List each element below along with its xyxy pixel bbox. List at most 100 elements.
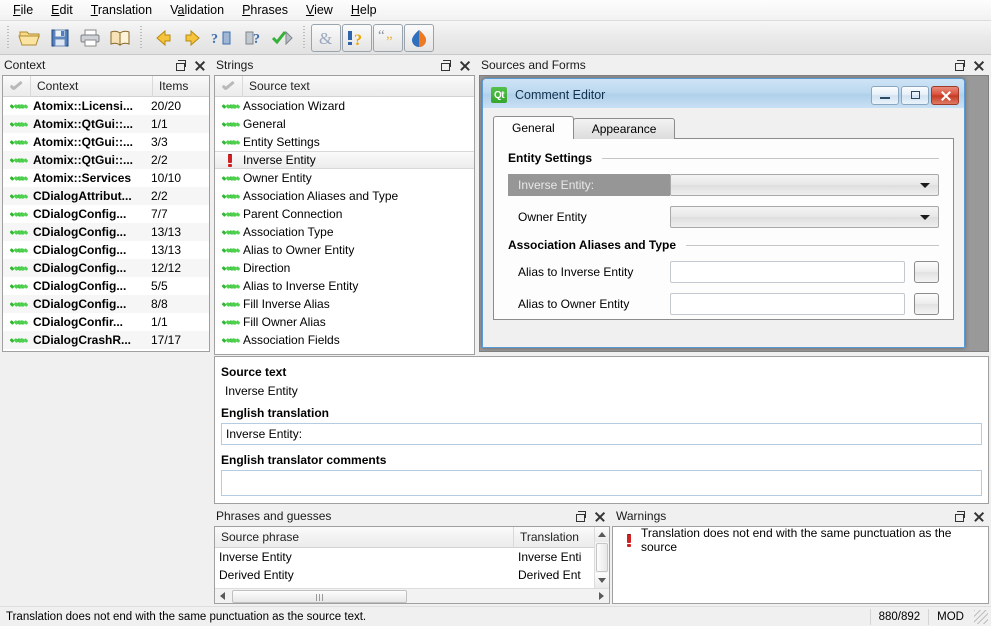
list-item[interactable]: General — [215, 115, 474, 133]
scroll-thumb[interactable] — [232, 590, 407, 603]
table-row[interactable]: Atomix::Licensi...20/20 — [3, 97, 209, 115]
phrase-matches-icon[interactable]: “ ” — [373, 24, 403, 52]
accelerators-icon[interactable]: & — [311, 24, 341, 52]
table-row[interactable]: CDialogCrashR...17/17 — [3, 331, 209, 349]
alias-inverse-entity-browse-button[interactable] — [914, 261, 939, 283]
list-item[interactable]: Association Fields — [215, 331, 474, 349]
menu-help[interactable]: Help — [342, 1, 386, 20]
prev-icon[interactable] — [148, 24, 178, 52]
close-icon[interactable] — [593, 510, 606, 523]
close-button[interactable] — [931, 86, 959, 105]
context-column-header[interactable]: Context — [31, 76, 153, 97]
scroll-thumb[interactable] — [596, 543, 608, 572]
translation-column-header[interactable]: Translation — [514, 527, 594, 548]
toolbar-grip-2[interactable] — [138, 26, 145, 50]
list-item[interactable]: Association Wizard — [215, 97, 474, 115]
table-row[interactable]: CDialogConfig...12/12 — [3, 259, 209, 277]
list-item[interactable]: Fill Owner Alias — [215, 313, 474, 331]
strings-list[interactable]: Association WizardGeneralEntity Settings… — [215, 97, 474, 354]
float-icon[interactable] — [953, 510, 966, 523]
close-icon[interactable] — [193, 59, 206, 72]
tab-general[interactable]: General — [493, 116, 574, 139]
next-unfinished-icon[interactable]: ? — [238, 24, 268, 52]
items-column-header[interactable]: Items — [153, 76, 209, 97]
open-icon[interactable] — [15, 24, 45, 52]
status-column-header[interactable] — [3, 76, 31, 97]
source-text-column-header[interactable]: Source text — [243, 76, 474, 97]
save-icon[interactable] — [45, 24, 75, 52]
table-row[interactable]: CDialogConfir...1/1 — [3, 313, 209, 331]
tab-appearance[interactable]: Appearance — [573, 118, 676, 139]
list-item[interactable]: Alias to Inverse Entity — [215, 277, 474, 295]
table-row[interactable]: Atomix::QtGui::...1/1 — [3, 115, 209, 133]
table-row[interactable]: CDialogAttribut...2/2 — [3, 187, 209, 205]
table-row[interactable]: Atomix::Services10/10 — [3, 169, 209, 187]
english-translation-input[interactable]: Inverse Entity: — [221, 423, 982, 445]
row-status-icon — [3, 262, 31, 275]
menu-translation[interactable]: Translation — [82, 1, 161, 20]
owner-entity-combo[interactable] — [670, 206, 939, 228]
alias-owner-entity-input[interactable] — [670, 293, 905, 315]
maximize-button[interactable] — [901, 86, 929, 105]
list-item[interactable]: Direction — [215, 259, 474, 277]
float-icon[interactable] — [174, 59, 187, 72]
table-row[interactable]: CDialogConfig...13/13 — [3, 241, 209, 259]
done-next-icon[interactable] — [268, 24, 298, 52]
dialog-title-bar[interactable]: Qt Comment Editor — [486, 82, 961, 108]
close-icon[interactable] — [972, 59, 985, 72]
table-row[interactable]: CDialogConfig...13/13 — [3, 223, 209, 241]
table-row[interactable]: Atomix::QtGui::...3/3 — [3, 133, 209, 151]
warnings-panel-body[interactable]: Translation does not end with the same p… — [612, 526, 989, 604]
float-icon[interactable] — [439, 59, 452, 72]
context-list[interactable]: Atomix::Licensi...20/20Atomix::QtGui::..… — [3, 97, 209, 351]
scroll-left-button[interactable] — [215, 592, 230, 600]
float-icon[interactable] — [574, 510, 587, 523]
close-icon[interactable] — [458, 59, 471, 72]
source-phrase-column-header[interactable]: Source phrase — [215, 527, 514, 548]
table-row[interactable]: CDialogConfig...5/5 — [3, 277, 209, 295]
next-icon[interactable] — [178, 24, 208, 52]
float-icon[interactable] — [953, 59, 966, 72]
english-comments-input[interactable] — [221, 470, 982, 496]
menu-edit[interactable]: Edit — [42, 1, 82, 20]
phrases-list[interactable]: Inverse EntityInverse EntiDerived Entity… — [215, 548, 594, 588]
toolbar-grip-3[interactable] — [301, 26, 308, 50]
prev-unfinished-icon[interactable]: ? — [208, 24, 238, 52]
list-item[interactable]: Fill Inverse Alias — [215, 295, 474, 313]
warning-item[interactable]: Translation does not end with the same p… — [615, 531, 986, 549]
scroll-down-button[interactable] — [595, 573, 609, 588]
toolbar-grip-1[interactable] — [5, 26, 12, 50]
list-item[interactable]: Parent Connection — [215, 205, 474, 223]
list-item[interactable]: Inverse Entity — [215, 151, 474, 169]
resize-grip[interactable] — [974, 610, 988, 624]
minimize-button[interactable] — [871, 86, 899, 105]
phrases-horizontal-scrollbar[interactable] — [215, 588, 609, 603]
list-item[interactable]: Entity Settings — [215, 133, 474, 151]
phrasebook-icon[interactable] — [105, 24, 135, 52]
table-row[interactable]: CDialogConfig...8/8 — [3, 295, 209, 313]
menu-validation[interactable]: Validation — [161, 1, 233, 20]
phrases-vertical-scrollbar[interactable] — [594, 527, 609, 588]
close-icon[interactable] — [972, 510, 985, 523]
alias-owner-entity-browse-button[interactable] — [914, 293, 939, 315]
place-markers-icon[interactable] — [404, 24, 434, 52]
scroll-right-button[interactable] — [594, 592, 609, 600]
table-row[interactable]: Atomix::QtGui::...2/2 — [3, 151, 209, 169]
alias-inverse-entity-input[interactable] — [670, 261, 905, 283]
menu-phrases[interactable]: Phrases — [233, 1, 297, 20]
inverse-entity-combo[interactable] — [670, 174, 939, 196]
scroll-up-button[interactable] — [595, 527, 609, 542]
table-row[interactable]: CDialogConfig...7/7 — [3, 205, 209, 223]
table-row[interactable]: Inverse EntityInverse Enti — [215, 548, 594, 566]
list-item[interactable]: Association Aliases and Type — [215, 187, 474, 205]
menu-view[interactable]: View — [297, 1, 342, 20]
table-row[interactable]: CDialogInforma...1/1 — [3, 349, 209, 351]
print-icon[interactable] — [75, 24, 105, 52]
punctuation-icon[interactable]: ? — [342, 24, 372, 52]
table-row[interactable]: Derived EntityDerived Ent — [215, 566, 594, 584]
list-item[interactable]: Association Type — [215, 223, 474, 241]
status-column-header[interactable] — [215, 76, 243, 97]
menu-file[interactable]: File — [4, 1, 42, 20]
list-item[interactable]: Owner Entity — [215, 169, 474, 187]
list-item[interactable]: Alias to Owner Entity — [215, 241, 474, 259]
